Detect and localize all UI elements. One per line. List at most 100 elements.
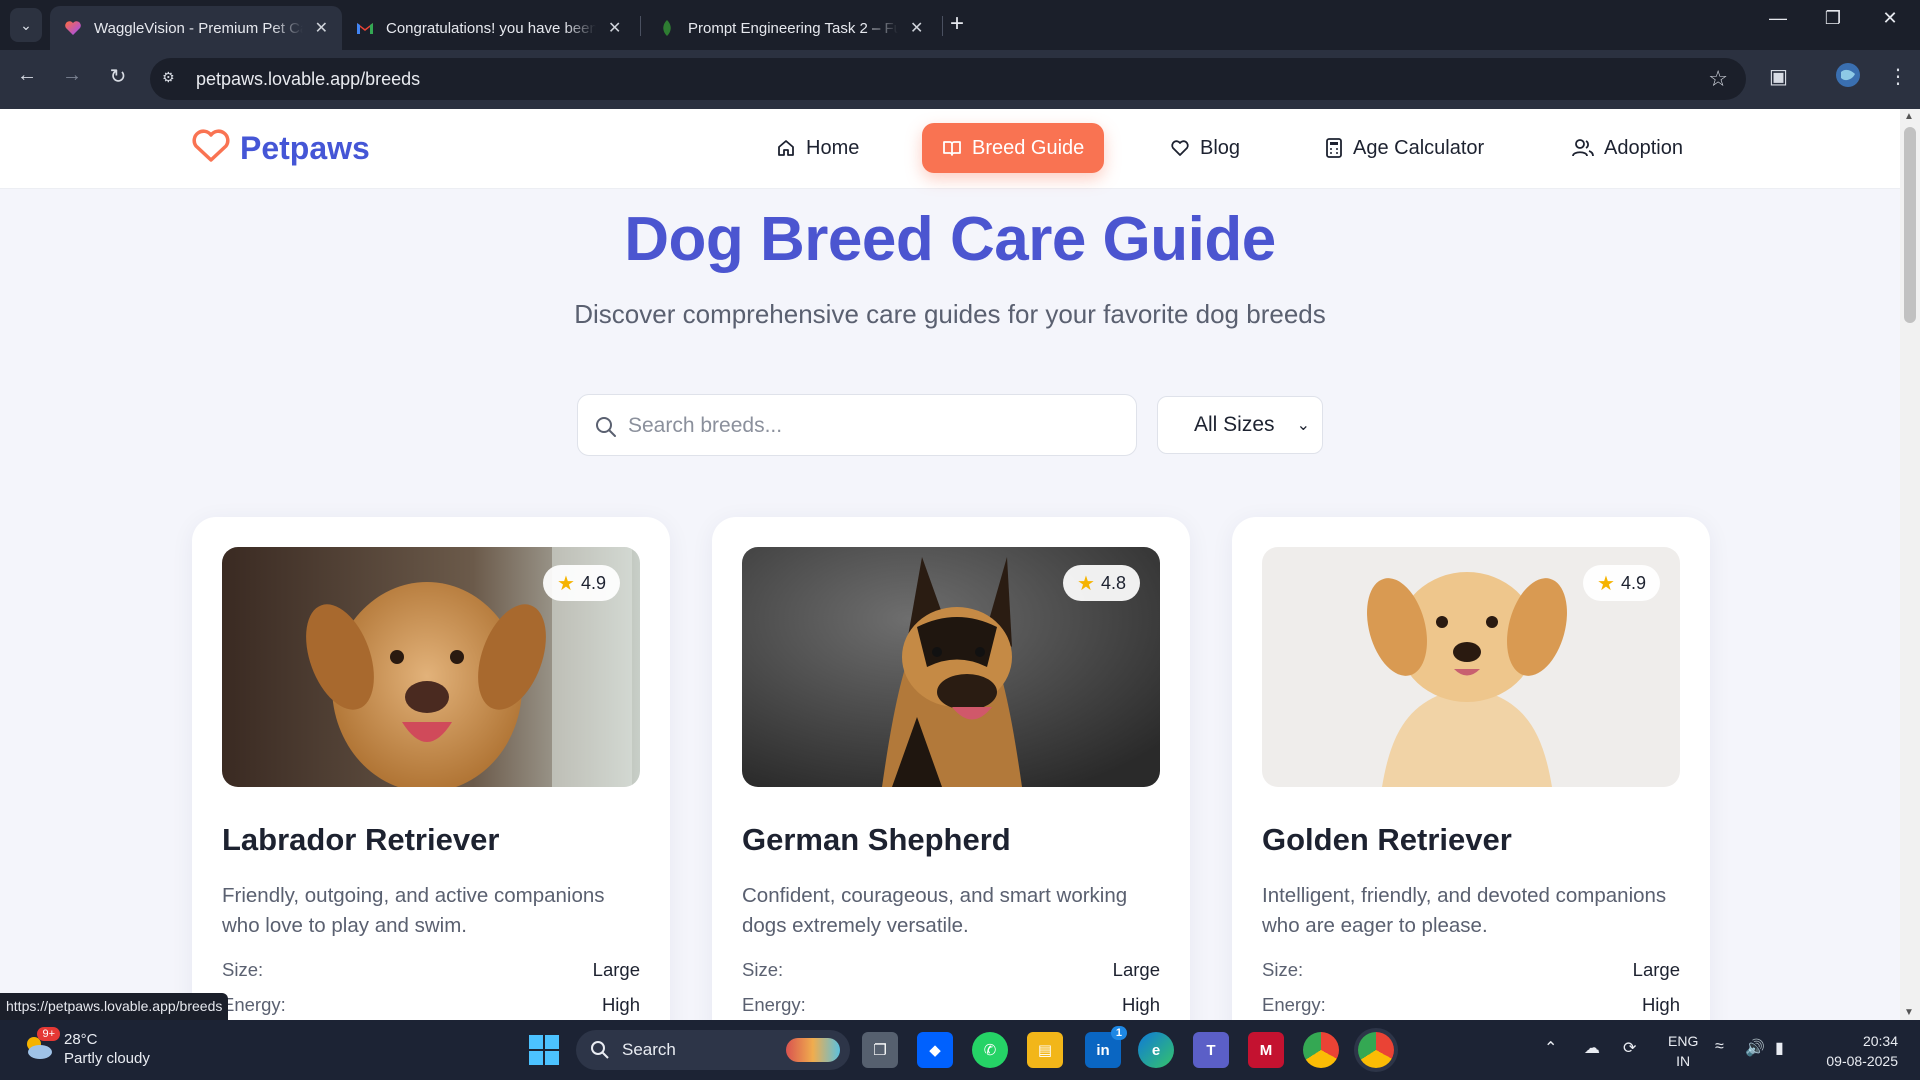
nav-adoption-label: Adoption — [1604, 136, 1683, 159]
language-indicator[interactable]: ENG IN — [1668, 1031, 1698, 1071]
extensions-icon[interactable]: ▣ — [1769, 64, 1788, 89]
breed-card[interactable]: ★ 4.9 Golden Retriever Intelligent, frie… — [1232, 517, 1710, 1020]
scroll-up-icon[interactable]: ▲ — [1904, 111, 1914, 122]
sync-icon[interactable]: ⟳ — [1623, 1038, 1636, 1058]
home-icon — [778, 140, 794, 156]
show-hidden-icons[interactable]: ⌃ — [1544, 1038, 1557, 1058]
whatsapp-icon[interactable]: ✆ — [972, 1032, 1008, 1068]
page-subtitle: Discover comprehensive care guides for y… — [574, 299, 1326, 329]
nav-age-calculator[interactable]: Age Calculator — [1305, 123, 1504, 173]
rating-value: 4.8 — [1100, 572, 1126, 593]
rating-badge: ★ 4.9 — [1583, 565, 1660, 601]
forward-button[interactable]: → — [57, 64, 87, 87]
close-window-button[interactable]: ✕ — [1870, 8, 1910, 29]
nav-home[interactable]: Home — [756, 123, 879, 173]
file-explorer-icon[interactable]: ▤ — [1027, 1032, 1063, 1068]
mcafee-icon[interactable]: M — [1248, 1032, 1284, 1068]
star-icon: ★ — [1597, 572, 1615, 595]
tab-separator — [640, 16, 641, 36]
tab-prompt-engineering[interactable]: Prompt Engineering Task 2 – Fu ✕ — [644, 6, 944, 50]
energy-row: Energy: High — [1262, 994, 1680, 1016]
weather-badge: 9+ — [37, 1026, 60, 1041]
taskbar-search-label: Search — [622, 1040, 676, 1059]
taskbar-search[interactable]: Search — [576, 1030, 850, 1070]
tab-search-button[interactable]: ⌄ — [10, 8, 42, 42]
linkedin-icon[interactable]: in 1 — [1085, 1026, 1127, 1068]
linkedin-badge: 1 — [1110, 1026, 1127, 1040]
page-scrollbar[interactable]: ▲ ▼ — [1900, 109, 1920, 1020]
reload-button[interactable]: ↻ — [103, 64, 133, 89]
battery-icon[interactable]: ▮ — [1775, 1038, 1784, 1058]
breed-description: Friendly, outgoing, and active companion… — [222, 884, 605, 937]
nav-home-label: Home — [806, 136, 860, 159]
close-icon[interactable]: ✕ — [315, 18, 328, 38]
tab-wagglevision[interactable]: WaggleVision - Premium Pet Ca ✕ — [50, 6, 342, 50]
onedrive-icon[interactable]: ☁ — [1584, 1038, 1600, 1058]
search-input[interactable] — [628, 407, 1108, 445]
size-label: Size: — [222, 959, 264, 980]
chrome-icon[interactable] — [1303, 1032, 1339, 1068]
profile-avatar[interactable] — [1835, 62, 1861, 94]
breed-card[interactable]: ★ 4.9 Labrador Retriever Friendly, outgo… — [192, 517, 670, 1020]
search-icon — [591, 1041, 609, 1059]
clock-date: 09-08-2025 — [1826, 1053, 1898, 1069]
breed-description: Intelligent, friendly, and devoted compa… — [1262, 884, 1667, 937]
weather-widget[interactable]: 9+ 28°C Partly cloudy — [22, 1026, 150, 1068]
teams-icon[interactable]: T — [1193, 1032, 1229, 1068]
breed-image: ★ 4.8 — [742, 547, 1160, 787]
chrome-active-icon[interactable] — [1358, 1032, 1394, 1068]
browser-menu-icon[interactable]: ⋮ — [1888, 64, 1908, 89]
scroll-down-icon[interactable]: ▼ — [1904, 1007, 1914, 1018]
nav-breed-guide-label: Breed Guide — [972, 136, 1085, 159]
nav-blog[interactable]: Blog — [1150, 123, 1260, 173]
chevron-down-icon: ⌄ — [1296, 417, 1310, 434]
size-value: Large — [1112, 959, 1160, 980]
tab-gmail[interactable]: Congratulations! you have been ✕ — [342, 6, 640, 50]
task-view-icon[interactable]: ❐ — [862, 1032, 898, 1068]
address-bar[interactable]: ⚙ petpaws.lovable.app/breeds ☆ — [150, 58, 1746, 100]
page-viewport: Petpaws Home Breed Guide Blog Age Calcul… — [0, 109, 1900, 1020]
new-tab-button[interactable]: + — [950, 10, 964, 38]
heart-logo-icon — [192, 129, 230, 168]
energy-label: Energy: — [1262, 994, 1326, 1015]
site-info-icon[interactable]: ⚙ — [162, 69, 175, 86]
site-logo[interactable]: Petpaws — [192, 129, 370, 168]
nav-adoption[interactable]: Adoption — [1552, 123, 1703, 173]
url-text[interactable]: petpaws.lovable.app/breeds — [196, 69, 420, 90]
volume-icon[interactable]: 🔊 — [1745, 1038, 1765, 1058]
nav-blog-label: Blog — [1200, 136, 1241, 159]
close-icon[interactable]: ✕ — [608, 18, 621, 38]
search-box[interactable] — [577, 394, 1137, 456]
rating-value: 4.9 — [580, 572, 606, 593]
scrollbar-thumb[interactable] — [1904, 127, 1916, 323]
gmail-icon — [356, 19, 374, 37]
size-row: Size: Large — [1262, 959, 1680, 981]
rating-badge: ★ 4.8 — [1063, 565, 1140, 601]
logo-text: Petpaws — [240, 130, 370, 166]
wifi-icon[interactable]: ≈ — [1715, 1038, 1724, 1056]
edge-icon[interactable]: e — [1138, 1032, 1174, 1068]
dropbox-icon[interactable]: ◆ — [917, 1032, 953, 1068]
nav-age-calculator-label: Age Calculator — [1353, 136, 1485, 159]
search-highlight-icon — [786, 1038, 840, 1062]
size-filter-value: All Sizes — [1194, 413, 1275, 436]
nav-breed-guide[interactable]: Breed Guide — [922, 123, 1105, 173]
star-icon: ★ — [1077, 572, 1095, 595]
back-button[interactable]: ← — [12, 64, 42, 87]
search-icon — [596, 417, 616, 437]
chevron-down-icon: ⌄ — [20, 16, 32, 33]
start-button[interactable] — [528, 1034, 560, 1071]
size-filter-select[interactable]: All Sizes ⌄ — [1157, 396, 1323, 454]
breed-card[interactable]: ★ 4.8 German Shepherd Confident, courage… — [712, 517, 1190, 1020]
energy-value: High — [1121, 994, 1160, 1015]
system-clock[interactable]: 20:34 09-08-2025 — [1826, 1031, 1898, 1071]
clock-time: 20:34 — [1862, 1033, 1898, 1049]
weather-desc: Partly cloudy — [64, 1050, 150, 1067]
minimize-button[interactable]: — — [1758, 8, 1798, 29]
breed-name: Labrador Retriever — [222, 822, 500, 857]
breed-name: German Shepherd — [742, 822, 1011, 857]
restore-button[interactable]: ❐ — [1813, 8, 1853, 29]
close-icon[interactable]: ✕ — [910, 18, 923, 38]
energy-label: Energy: — [742, 994, 806, 1015]
bookmark-star-icon[interactable]: ☆ — [1708, 66, 1728, 92]
